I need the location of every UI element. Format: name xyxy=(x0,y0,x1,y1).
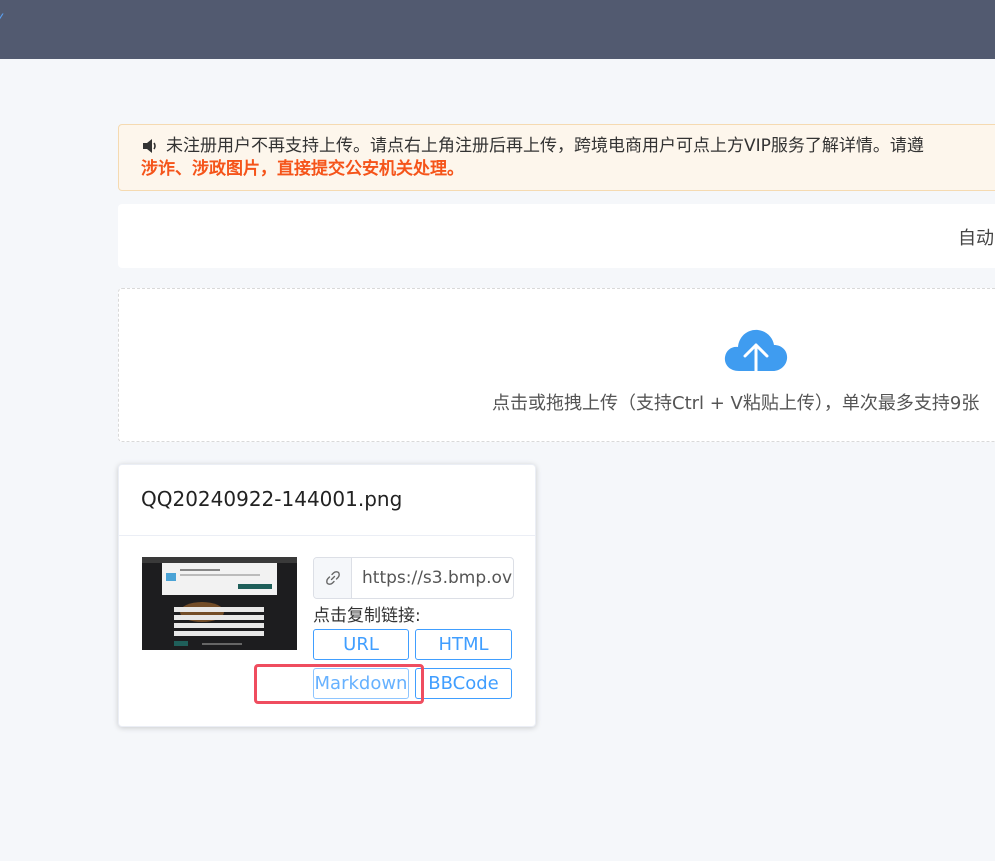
url-input[interactable]: https://s3.bmp.ovh xyxy=(362,568,513,588)
upload-dropzone[interactable]: 点击或拖拽上传（支持Ctrl + V粘贴上传），单次最多支持9张 xyxy=(118,288,995,442)
upload-hint: 点击或拖拽上传（支持Ctrl + V粘贴上传），单次最多支持9张 xyxy=(492,393,980,414)
notice-banner: 未注册用户不再支持上传。请点右上角注册后再上传，跨境电商用户可点上方VIP服务了… xyxy=(118,124,995,191)
copy-html-button[interactable]: HTML xyxy=(415,629,512,660)
annotation-highlight-box xyxy=(254,664,424,704)
copy-link-label: 点击复制链接: xyxy=(313,606,421,626)
copy-bbcode-button[interactable]: BBCode xyxy=(415,668,512,699)
link-icon-prefix xyxy=(314,558,352,598)
notice-line-2-warning: 涉诈、涉政图片，直接提交公安机关处理。 xyxy=(141,159,464,179)
cloud-upload-icon xyxy=(724,329,788,377)
notice-line-1: 未注册用户不再支持上传。请点右上角注册后再上传，跨境电商用户可点上方VIP服务了… xyxy=(166,136,924,156)
image-thumbnail[interactable] xyxy=(142,557,297,650)
copy-url-button[interactable]: URL xyxy=(313,629,409,660)
file-name: QQ20240922-144001.png xyxy=(141,487,403,511)
url-input-group: https://s3.bmp.ovh xyxy=(313,557,514,599)
auto-options-bar: 自动 xyxy=(118,204,995,268)
logo-edge-icon[interactable]: ⁄ xyxy=(0,12,1,28)
link-icon xyxy=(326,571,340,585)
card-divider xyxy=(119,535,535,536)
auto-option-label[interactable]: 自动 xyxy=(958,224,994,250)
top-navbar: ⁄ xyxy=(0,0,995,59)
